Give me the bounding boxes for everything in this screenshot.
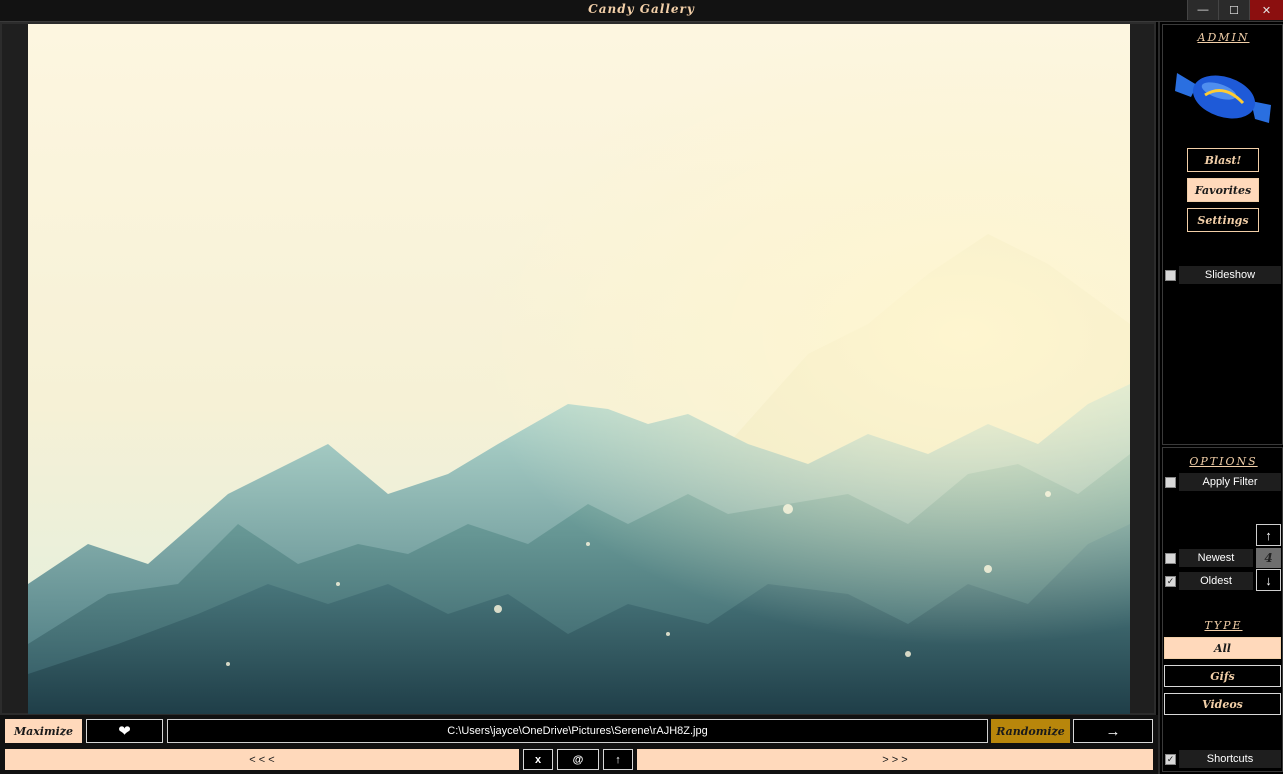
options-heading: OPTIONS bbox=[1189, 455, 1258, 468]
previous-button[interactable]: < < < bbox=[5, 749, 519, 770]
shortcuts-label: Shortcuts bbox=[1179, 750, 1281, 768]
file-path-display: C:\Users\jayce\OneDrive\Pictures\Serene\… bbox=[167, 719, 988, 743]
close-icon: ✕ bbox=[1261, 4, 1272, 17]
apply-filter-label: Apply Filter bbox=[1179, 473, 1281, 491]
forward-button[interactable]: > > > bbox=[637, 749, 1153, 770]
admin-section: ADMIN Blast! Favorites Settings Slidesho… bbox=[1162, 24, 1283, 445]
apply-filter-checkbox[interactable] bbox=[1165, 476, 1176, 488]
gallery-image[interactable] bbox=[28, 24, 1130, 714]
close-window-button[interactable]: ✕ bbox=[1249, 0, 1283, 20]
type-all-button[interactable]: All bbox=[1164, 637, 1281, 659]
minimize-icon: — bbox=[1197, 4, 1209, 16]
admin-heading: ADMIN bbox=[1197, 31, 1250, 44]
slideshow-label: Slideshow bbox=[1179, 266, 1281, 284]
type-heading: TYPE bbox=[1204, 619, 1243, 632]
heart-icon: ❤ bbox=[118, 723, 131, 740]
maximize-icon: ☐ bbox=[1229, 4, 1239, 17]
next-button[interactable]: → bbox=[1073, 719, 1153, 743]
arrow-right-icon: → bbox=[1105, 722, 1121, 740]
newest-row: Newest bbox=[1165, 549, 1253, 567]
maximize-button[interactable]: Maximize bbox=[5, 719, 82, 743]
delete-button[interactable]: x bbox=[523, 749, 553, 770]
favorite-button[interactable]: ❤ bbox=[86, 719, 163, 743]
maximize-window-button[interactable]: ☐ bbox=[1218, 0, 1249, 20]
blast-button[interactable]: Blast! bbox=[1187, 148, 1259, 172]
type-gifs-button[interactable]: Gifs bbox=[1164, 665, 1281, 687]
sort-count: 4 bbox=[1256, 548, 1281, 568]
slideshow-checkbox[interactable] bbox=[1165, 269, 1176, 281]
apply-filter-row: Apply Filter bbox=[1165, 473, 1281, 491]
sort-up-button[interactable]: ↑ bbox=[1256, 524, 1281, 546]
candy-logo bbox=[1173, 61, 1275, 131]
randomize-button[interactable]: Randomize bbox=[991, 719, 1070, 743]
upload-button[interactable]: ↑ bbox=[603, 749, 633, 770]
bottom-toolbar: Maximize ❤ C:\Users\jayce\OneDrive\Pictu… bbox=[0, 715, 1158, 774]
oldest-label: Oldest bbox=[1179, 572, 1253, 590]
oldest-row: ✓ Oldest bbox=[1165, 572, 1253, 590]
shortcuts-row: ✓ Shortcuts bbox=[1165, 750, 1281, 768]
app-title: Candy Gallery bbox=[588, 2, 695, 16]
arrow-up-icon: ↑ bbox=[1265, 527, 1272, 543]
options-section: OPTIONS Apply Filter ↑ Newest 4 ✓ Oldest… bbox=[1162, 447, 1283, 772]
sort-down-button[interactable]: ↓ bbox=[1256, 569, 1281, 591]
email-button[interactable]: @ bbox=[557, 749, 599, 770]
sidebar: ADMIN Blast! Favorites Settings Slidesho… bbox=[1158, 22, 1283, 774]
settings-button[interactable]: Settings bbox=[1187, 208, 1259, 232]
minimize-button[interactable]: — bbox=[1187, 0, 1218, 20]
oldest-checkbox[interactable]: ✓ bbox=[1165, 575, 1176, 587]
shortcuts-checkbox[interactable]: ✓ bbox=[1165, 753, 1176, 765]
slideshow-row: Slideshow bbox=[1165, 266, 1281, 284]
favorites-button[interactable]: Favorites bbox=[1187, 178, 1259, 202]
title-bar: Candy Gallery — ☐ ✕ bbox=[0, 0, 1283, 22]
arrow-down-icon: ↓ bbox=[1265, 572, 1272, 588]
newest-label: Newest bbox=[1179, 549, 1253, 567]
newest-checkbox[interactable] bbox=[1165, 552, 1176, 564]
check-icon: ✓ bbox=[1166, 575, 1175, 586]
type-videos-button[interactable]: Videos bbox=[1164, 693, 1281, 715]
check-icon: ✓ bbox=[1166, 753, 1175, 764]
